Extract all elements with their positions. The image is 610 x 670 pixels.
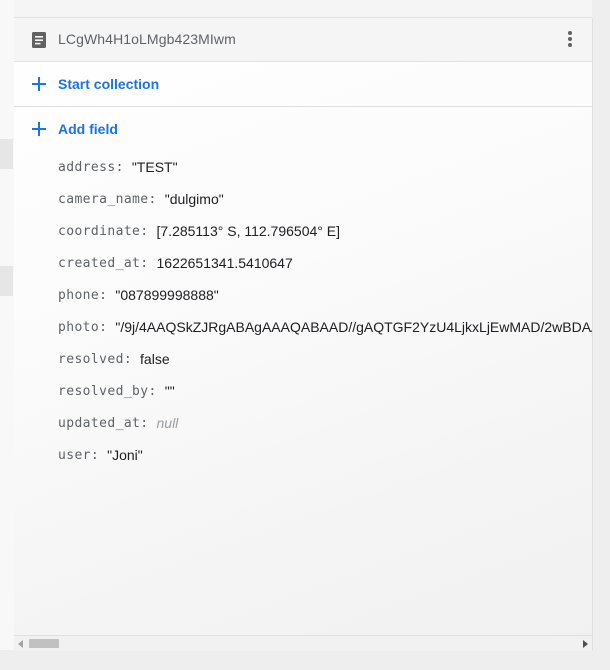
document-header: LCgWh4H1oLMgb423MIwm: [14, 18, 592, 62]
field-key: updated_at:: [58, 415, 149, 431]
field-row-photo[interactable]: photo: "/9j/4AAQSkZJRgABAgAAAQABAAD//gAQ…: [58, 311, 592, 343]
firestore-document-view: LCgWh4H1oLMgb423MIwm Start collection Ad…: [0, 0, 610, 670]
plus-icon: [30, 75, 48, 93]
selected-row-highlight[interactable]: [0, 266, 13, 296]
field-row-user[interactable]: user: "Joni": [58, 439, 592, 471]
scroll-right-arrow-icon[interactable]: [583, 640, 588, 648]
add-field-label: Add field: [58, 121, 118, 137]
field-value: 1622651341.5410647: [156, 255, 293, 271]
field-value: "": [164, 383, 175, 399]
field-row-phone[interactable]: phone: "087899998888": [58, 279, 592, 311]
field-list: address: "TEST" camera_name: "dulgimo" c…: [58, 151, 592, 471]
field-value-null: null: [156, 415, 179, 431]
field-key: user:: [58, 447, 100, 463]
scroll-left-arrow-icon[interactable]: [18, 640, 23, 648]
field-row-created-at[interactable]: created_at: 1622651341.5410647: [58, 247, 592, 279]
document-panel: LCgWh4H1oLMgb423MIwm Start collection Ad…: [14, 18, 593, 650]
add-field-button[interactable]: Add field: [14, 107, 314, 151]
selected-row-highlight[interactable]: [0, 139, 13, 169]
field-key: camera_name:: [58, 191, 157, 207]
field-key: photo:: [58, 319, 108, 335]
scrollbar-thumb[interactable]: [29, 639, 59, 648]
field-row-updated-at[interactable]: updated_at: null: [58, 407, 592, 439]
start-collection-label: Start collection: [58, 76, 160, 92]
more-vert-icon[interactable]: [558, 27, 582, 51]
field-row-resolved-by[interactable]: resolved_by: "": [58, 375, 592, 407]
field-value: "087899998888": [115, 287, 219, 303]
field-value: "Joni": [107, 447, 143, 463]
field-row-coordinate[interactable]: coordinate: [7.285113° S, 112.796504° E]: [58, 215, 592, 247]
field-key: resolved_by:: [58, 383, 157, 399]
field-key: created_at:: [58, 255, 149, 271]
start-collection-button[interactable]: Start collection: [14, 62, 592, 107]
top-divider: [14, 0, 592, 18]
collection-list-column: [0, 0, 15, 650]
field-key: phone:: [58, 287, 108, 303]
field-row-camera-name[interactable]: camera_name: "dulgimo": [58, 183, 592, 215]
field-key: address:: [58, 159, 124, 175]
field-key: coordinate:: [58, 223, 149, 239]
field-key: resolved:: [58, 351, 133, 367]
field-row-resolved[interactable]: resolved: false: [58, 343, 592, 375]
document-icon: [31, 31, 47, 49]
field-value: "TEST": [131, 159, 178, 175]
horizontal-scrollbar[interactable]: [14, 635, 592, 651]
field-value: "/9j/4AAQSkZJRgABAgAAAQABAAD//gAQTGF2YzU…: [115, 319, 592, 335]
field-value: "dulgimo": [164, 191, 224, 207]
field-value: [7.285113° S, 112.796504° E]: [156, 223, 341, 239]
field-value: false: [140, 351, 170, 367]
field-row-address[interactable]: address: "TEST": [58, 151, 592, 183]
plus-icon: [30, 120, 48, 138]
document-id: LCgWh4H1oLMgb423MIwm: [58, 31, 236, 47]
